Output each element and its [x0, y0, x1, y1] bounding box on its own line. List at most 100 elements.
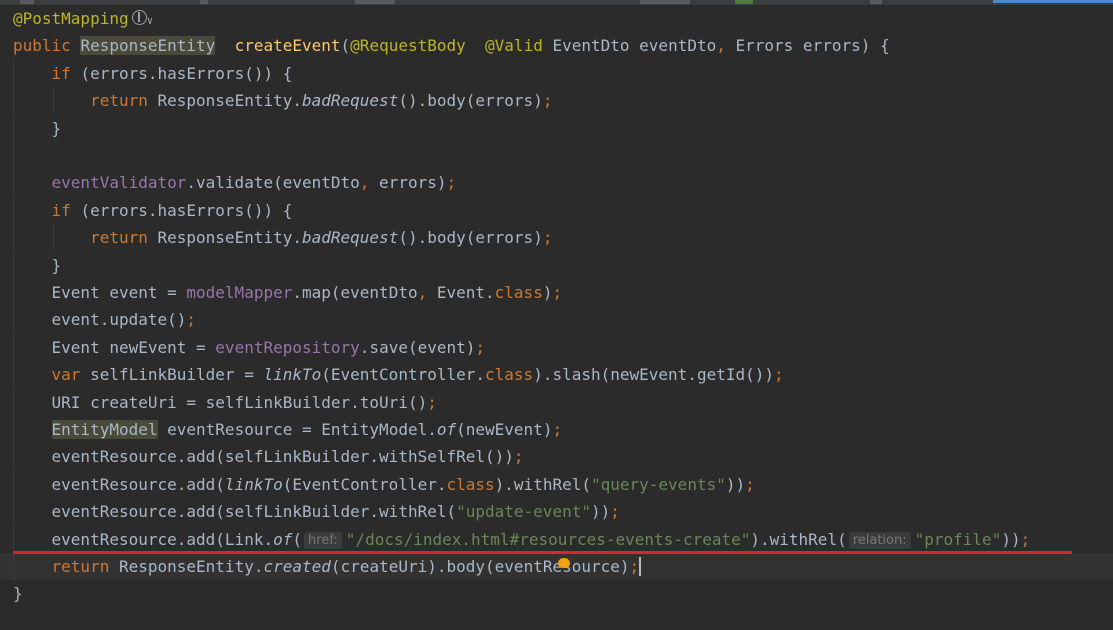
active-tab-indicator [993, 0, 1113, 3]
code-text: URI createUri = selfLinkBuilder.toUri(); [13, 389, 437, 416]
code-line[interactable]: return ResponseEntity.badRequest().body(… [0, 87, 1113, 115]
chevron-down-icon[interactable]: ∨ [147, 14, 154, 27]
code-token: linkTo [263, 365, 322, 385]
code-token: ; [542, 228, 553, 248]
code-token: (errors.hasErrors()) { [80, 200, 293, 220]
code-token: event.update() [13, 310, 187, 330]
code-token: (EventController. [321, 365, 486, 385]
code-token: "query-events" [590, 474, 726, 494]
lightbulb-icon[interactable] [558, 558, 570, 568]
code-token: ().body(errors) [398, 228, 543, 248]
code-token: ResponseEntity. [118, 557, 264, 576]
code-token: .validate(eventDto [186, 173, 360, 193]
code-text: eventResource.add(Link.of(href: "/docs/in… [13, 526, 1030, 554]
parameter-hint: href: [304, 531, 342, 549]
code-token: , [716, 36, 736, 56]
code-token: badRequest [302, 91, 399, 111]
code-token: ; [446, 173, 457, 193]
code-line[interactable]: var selfLinkBuilder = linkTo(EventContro… [0, 361, 1113, 389]
code-text: eventResource.add(selfLinkBuilder.withSe… [13, 443, 524, 470]
code-line[interactable]: EntityModel eventResource = EntityModel.… [0, 416, 1113, 443]
code-line[interactable]: Event newEvent = eventRepository.save(ev… [0, 333, 1113, 361]
web-endpoint-icon[interactable] [131, 10, 147, 25]
code-line[interactable]: return ResponseEntity.created(createUri)… [0, 553, 1113, 580]
code-line[interactable]: public ResponseEntity createEvent(@Reque… [0, 32, 1113, 59]
code-token: @RequestBody [350, 36, 466, 56]
code-line[interactable]: return ResponseEntity.badRequest().body(… [0, 224, 1113, 252]
tab-fragment[interactable] [640, 0, 690, 4]
code-token: eventResource.add(selfLinkBuilder.withRe… [13, 502, 457, 522]
code-line[interactable]: eventValidator.validate(eventDto, errors… [0, 169, 1113, 197]
code-token: return [51, 557, 119, 576]
code-token: eventResource.add(selfLinkBuilder.withSe… [13, 447, 514, 467]
code-token: , [359, 173, 380, 193]
code-line[interactable]: Event event = modelMapper.map(eventDto, … [0, 279, 1113, 306]
code-text: } [13, 580, 23, 607]
code-line[interactable]: eventResource.add(Link.of(href: "/docs/in… [0, 525, 1113, 554]
code-line[interactable]: URI createUri = selfLinkBuilder.toUri(); [0, 388, 1113, 416]
code-line[interactable]: eventResource.add(selfLinkBuilder.withRe… [0, 498, 1113, 526]
code-text: eventValidator.validate(eventDto, errors… [13, 169, 457, 196]
code-token: ; [745, 474, 755, 494]
code-token: } [13, 584, 23, 604]
code-token: class [446, 474, 495, 494]
code-token: Event newEvent = [13, 337, 216, 357]
code-token: createEvent [234, 36, 341, 56]
code-line[interactable]: } [0, 580, 1113, 607]
code-token: EventDto eventDto [552, 36, 717, 56]
code-text: return ResponseEntity.badRequest().body(… [13, 224, 552, 251]
tab-fragment[interactable] [200, 0, 208, 4]
code-line[interactable] [0, 142, 1113, 169]
code-editor[interactable]: @PostMapping ∨ public ResponseEntity creat… [0, 5, 1113, 630]
code-token: EntityModel [51, 420, 158, 439]
code-token: "update-event" [456, 502, 591, 522]
code-token: modelMapper [186, 283, 293, 302]
code-line[interactable]: } [0, 251, 1113, 279]
tab-fragment[interactable] [20, 0, 34, 4]
code-token: } [13, 255, 62, 275]
code-line[interactable]: if (errors.hasErrors()) { [0, 59, 1113, 87]
code-token: eventRepository [215, 337, 360, 357]
code-token: ResponseEntity. [157, 228, 303, 248]
code-token: ResponseEntity. [157, 91, 303, 111]
code-line[interactable]: event.update(); [0, 306, 1113, 334]
code-token: ; [542, 91, 553, 111]
code-line[interactable]: eventResource.add(selfLinkBuilder.withSe… [0, 443, 1113, 471]
code-text: Event newEvent = eventRepository.save(ev… [13, 334, 486, 361]
tab-fragment[interactable] [735, 0, 753, 4]
code-token: errors) [379, 173, 447, 193]
code-token: ResponseEntity [80, 36, 216, 56]
code-token: "profile" [914, 529, 1002, 549]
code-text: var selfLinkBuilder = linkTo(EventContro… [13, 361, 784, 388]
code-token: )) [590, 502, 611, 522]
code-token: ; [513, 447, 524, 467]
code-line[interactable]: if (errors.hasErrors()) { [0, 196, 1113, 224]
tab-fragment[interactable] [870, 0, 882, 4]
code-token: (errors.hasErrors()) { [80, 63, 293, 83]
code-text: } [13, 252, 62, 279]
code-line[interactable]: @PostMapping ∨ [0, 5, 1113, 32]
code-token: eventValidator [51, 173, 187, 193]
code-token: URI createUri = selfLinkBuilder.toUri() [13, 392, 428, 412]
code-token: ; [552, 420, 563, 439]
tab-fragment[interactable] [355, 0, 395, 4]
code-token: ; [552, 283, 563, 302]
code-token: if [51, 200, 81, 220]
error-underline [13, 551, 1072, 554]
code-token: )) [1001, 529, 1021, 549]
code-token: ; [774, 365, 784, 385]
code-token: .save(event) [359, 337, 476, 357]
code-token: linkTo [224, 474, 283, 494]
code-token: if [51, 63, 81, 83]
code-text: event.update(); [13, 306, 197, 333]
code-token: return [90, 91, 158, 111]
code-line[interactable]: } [0, 114, 1113, 142]
code-line[interactable]: eventResource.add(linkTo(EventController… [0, 470, 1113, 498]
text-cursor [639, 557, 642, 576]
code-text: eventResource.add(linkTo(EventController… [13, 471, 755, 498]
